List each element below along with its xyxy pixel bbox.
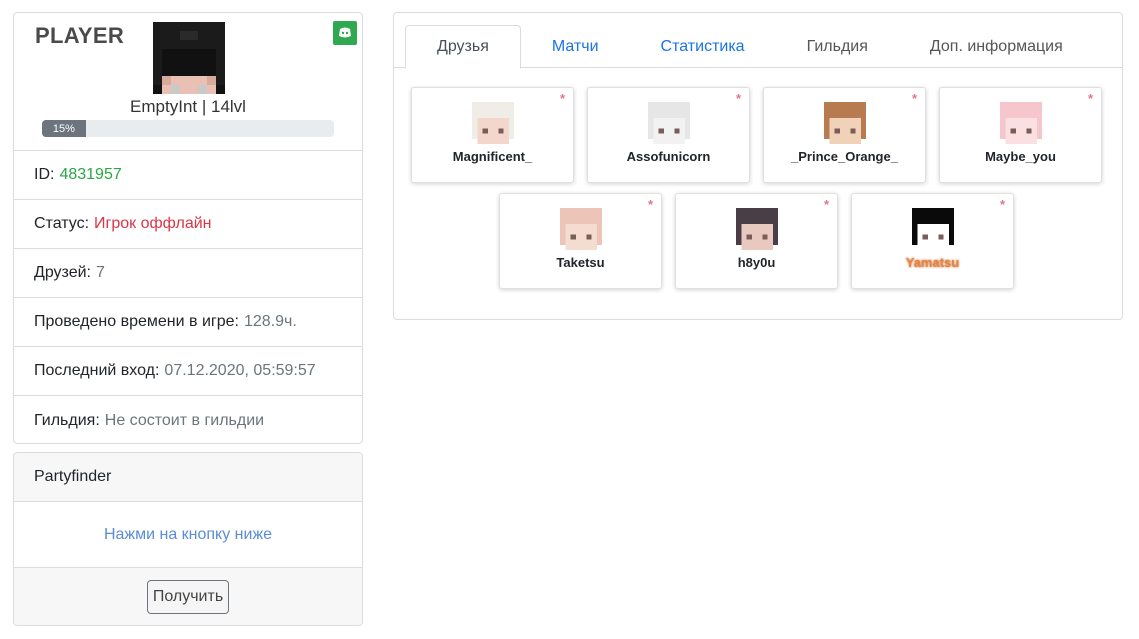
friend-avatar bbox=[1000, 102, 1042, 144]
friend-name[interactable]: _Prince_Orange_ bbox=[764, 149, 925, 164]
friend-avatar bbox=[648, 102, 690, 144]
friend-name[interactable]: Assofunicorn bbox=[588, 149, 749, 164]
last-login-value: 07.12.2020, 05:59:57 bbox=[164, 362, 316, 379]
partyfinder-card: Partyfinder Нажми на кнопку ниже Получит… bbox=[13, 452, 363, 626]
friend-avatar bbox=[472, 102, 514, 144]
info-row-id: ID: 4831957 bbox=[14, 151, 362, 200]
tab-bar: Друзья Матчи Статистика Гильдия Доп. инф… bbox=[394, 13, 1122, 69]
status-label: Статус: bbox=[34, 215, 90, 232]
player-name-level: EmptyInt | 14lvl bbox=[130, 97, 246, 116]
guild-value: Не состоит в гильдии bbox=[104, 411, 265, 429]
tab-extra-info[interactable]: Доп. информация bbox=[899, 25, 1094, 68]
playtime-label: Проведено времени в игре: bbox=[34, 313, 239, 330]
friend-card[interactable]: * Assofunicorn bbox=[587, 87, 750, 183]
info-row-friends: Друзей: 7 bbox=[14, 249, 362, 298]
player-avatar bbox=[153, 22, 225, 94]
friend-mark-icon: * bbox=[1087, 91, 1093, 106]
friend-card[interactable]: * _Prince_Orange_ bbox=[763, 87, 926, 183]
partyfinder-hint: Нажми на кнопку ниже bbox=[103, 525, 273, 543]
friend-name[interactable]: h8y0u bbox=[676, 255, 837, 270]
friend-name[interactable]: Maybe_you bbox=[940, 149, 1101, 164]
info-row-status: Статус: Игрок оффлайн bbox=[14, 200, 362, 249]
friend-card[interactable]: * Maybe_you bbox=[939, 87, 1102, 183]
last-login-label: Последний вход: bbox=[34, 362, 160, 379]
friend-name[interactable]: Magnificent_ bbox=[412, 149, 573, 164]
info-row-guild: Гильдия: Не состоит в гильдии bbox=[14, 396, 362, 445]
friends-panel: Друзья Матчи Статистика Гильдия Доп. инф… bbox=[393, 12, 1123, 320]
friend-name[interactable]: Yamatsu bbox=[852, 255, 1013, 270]
page-title: PLAYER bbox=[35, 23, 125, 48]
partyfinder-footer: Получить bbox=[14, 567, 362, 625]
friend-avatar bbox=[560, 208, 602, 250]
status-value: Игрок оффлайн bbox=[94, 215, 212, 232]
friend-mark-icon: * bbox=[823, 197, 829, 212]
friend-card[interactable]: * h8y0u bbox=[675, 193, 838, 289]
level-progress-fill: 15% bbox=[42, 120, 86, 137]
friends-count-label: Друзей: bbox=[34, 264, 91, 281]
info-row-playtime: Проведено времени в игре: 128.9ч. bbox=[14, 298, 362, 347]
friend-avatar bbox=[736, 208, 778, 250]
friend-mark-icon: * bbox=[911, 91, 917, 106]
profile-card: PLAYER EmptyInt | 14lvl 15% ID: 4831957 … bbox=[13, 12, 363, 444]
friend-mark-icon: * bbox=[647, 197, 653, 212]
friend-name[interactable]: Taketsu bbox=[500, 255, 661, 270]
friend-mark-icon: * bbox=[559, 91, 565, 106]
friend-avatar bbox=[824, 102, 866, 144]
friend-avatar bbox=[912, 208, 954, 250]
friends-count-value: 7 bbox=[96, 264, 105, 281]
level-progress-bar: 15% bbox=[42, 120, 334, 137]
guild-label: Гильдия: bbox=[34, 411, 100, 429]
profile-header: PLAYER EmptyInt | 14lvl 15% bbox=[14, 13, 362, 151]
get-button[interactable]: Получить bbox=[146, 579, 230, 614]
friend-mark-icon: * bbox=[999, 197, 1005, 212]
info-row-last-login: Последний вход: 07.12.2020, 05:59:57 bbox=[14, 347, 362, 396]
friend-card[interactable]: * Yamatsu bbox=[851, 193, 1014, 289]
friend-card[interactable]: * Magnificent_ bbox=[411, 87, 574, 183]
playtime-value: 128.9ч. bbox=[243, 313, 297, 330]
partyfinder-title: Partyfinder bbox=[14, 453, 362, 502]
friend-card[interactable]: * Taketsu bbox=[499, 193, 662, 289]
friend-mark-icon: * bbox=[735, 91, 741, 106]
id-label: ID: bbox=[34, 166, 55, 183]
discord-icon[interactable] bbox=[333, 21, 357, 45]
tab-guild[interactable]: Гильдия bbox=[776, 25, 899, 68]
tab-statistics[interactable]: Статистика bbox=[630, 25, 776, 68]
tab-friends[interactable]: Друзья bbox=[405, 25, 521, 69]
id-value: 4831957 bbox=[59, 166, 122, 183]
tab-matches[interactable]: Матчи bbox=[521, 25, 630, 68]
